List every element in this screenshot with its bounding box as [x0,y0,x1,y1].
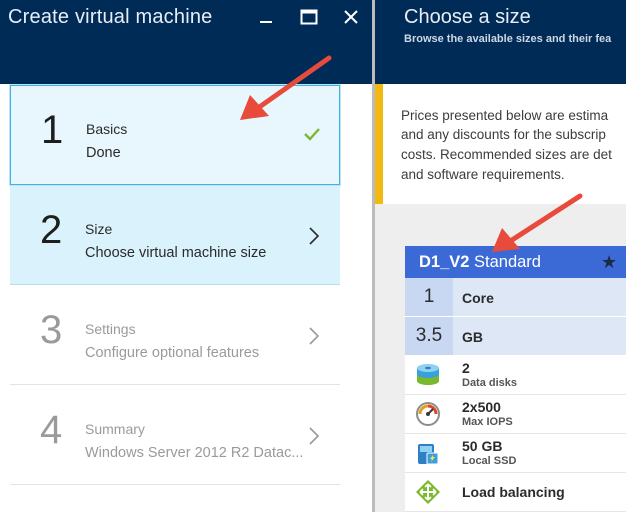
step-description: Choose virtual machine size [85,245,267,261]
step-label: Settings [85,321,136,337]
data-disks-label: Data disks [462,377,518,389]
minimize-button[interactable] [253,4,279,30]
ssd-icon [418,444,439,465]
notice-line: and any discounts for the subscrip [401,127,606,142]
chevron-right-icon [309,227,320,245]
step-number: 2 [40,208,63,252]
close-icon [344,10,358,24]
load-balancing-label: Load balancing [462,484,565,500]
star-icon[interactable]: ★ [601,252,617,273]
step-description: Windows Server 2012 R2 Datac... [85,445,304,461]
pricing-notice: Prices presented below are estima and an… [375,84,626,204]
data-disks-row: 2 Data disks [405,356,626,395]
local-ssd-label: Local SSD [462,455,517,467]
memory-unit: GB [462,329,483,345]
cores-row: 1 Core [405,278,626,317]
step-basics[interactable]: 1 Basics Done [10,85,340,185]
local-ssd-value: 50 GB [462,438,503,454]
step-number: 3 [40,308,63,352]
maximize-icon [300,9,318,25]
step-label: Size [85,221,113,237]
iops-row: 2x500 Max IOPS [405,395,626,434]
size-card-d1-v2[interactable]: D1_V2 Standard ★ 1 Core 3.5 GB 2 Data di… [405,246,626,512]
step-description: Configure optional features [85,345,260,361]
close-button[interactable] [338,4,364,30]
blade-subtitle: Browse the available sizes and their fea [404,33,612,45]
minimize-icon [260,21,272,23]
step-settings[interactable]: 3 Settings Configure optional features [10,286,340,385]
step-status: Done [86,145,121,161]
blade-header: Create virtual machine [0,0,372,84]
create-vm-blade: Create virtual machine 1 Basics Done 2 S… [0,0,372,512]
data-disks-value: 2 [462,360,470,376]
memory-value: 3.5 [405,317,453,355]
size-tier: Standard [474,253,541,271]
local-ssd-row: 50 GB Local SSD [405,434,626,473]
checkmark-icon [304,128,320,141]
maximize-button[interactable] [296,4,322,30]
size-card-header: D1_V2 Standard ★ [405,246,626,278]
load-balancer-icon [416,480,440,504]
step-number: 1 [41,108,64,152]
step-size[interactable]: 2 Size Choose virtual machine size [10,186,340,285]
load-balancing-row: Load balancing [405,473,626,512]
notice-line: costs. Recommended sizes are det [401,147,612,162]
iops-label: Max IOPS [462,416,513,428]
blade-title: Choose a size [404,6,531,28]
gauge-icon [416,402,440,426]
chevron-right-icon [309,427,320,445]
chevron-right-icon [309,327,320,345]
blade-title: Create virtual machine [8,6,213,28]
iops-value: 2x500 [462,399,501,415]
size-name: D1_V2 [419,253,470,271]
choose-size-blade: Choose a size Browse the available sizes… [375,0,626,512]
notice-accent-bar [375,84,383,204]
blade-header: Choose a size Browse the available sizes… [375,0,626,84]
data-disks-icon [417,364,439,385]
notice-line: Prices presented below are estima [401,108,609,123]
step-label: Basics [86,121,128,137]
step-number: 4 [40,408,63,452]
memory-row: 3.5 GB [405,317,626,356]
step-summary[interactable]: 4 Summary Windows Server 2012 R2 Datac..… [10,386,340,485]
cores-unit: Core [462,290,494,306]
step-label: Summary [85,421,145,437]
cores-value: 1 [405,278,453,316]
notice-line: and software requirements. [401,167,565,182]
